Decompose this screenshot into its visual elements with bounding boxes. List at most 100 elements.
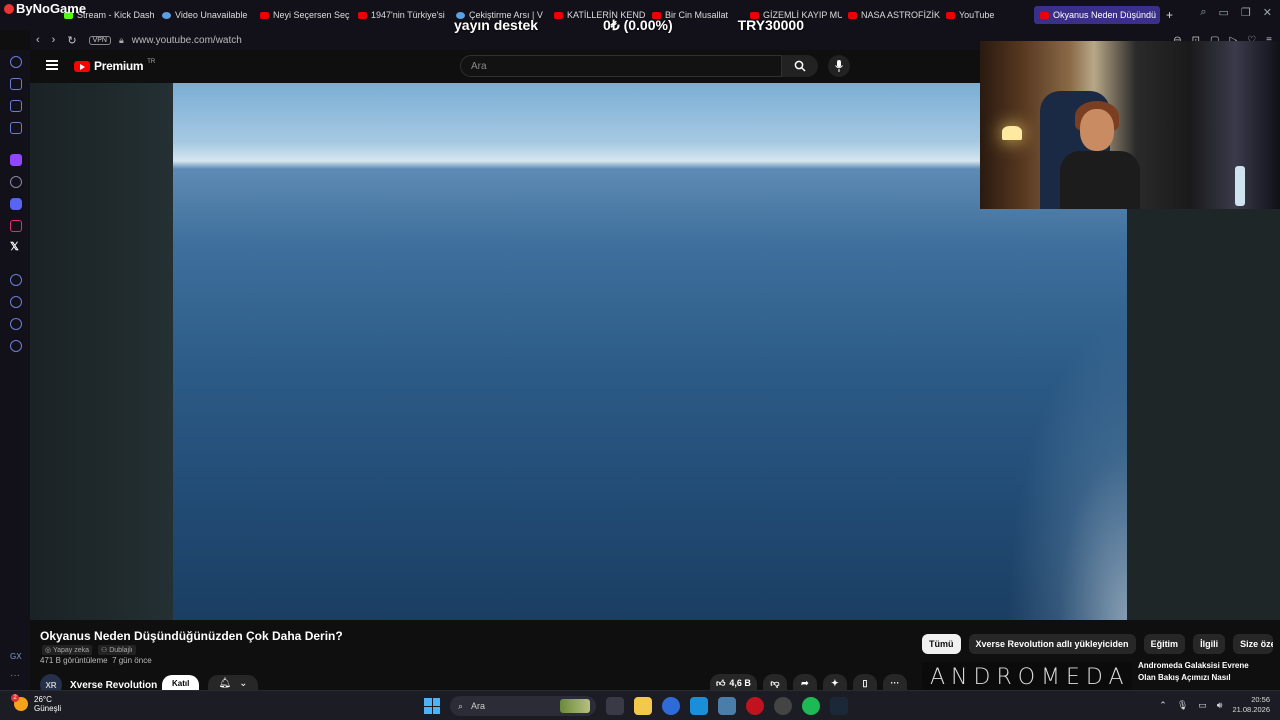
forward-icon[interactable]: › <box>52 34 56 47</box>
chevron-up-icon[interactable]: ⌃ <box>1159 700 1167 711</box>
share-icon: ➦ <box>801 677 809 688</box>
tab-nasa[interactable]: NASA ASTROFİZİK <box>842 6 940 24</box>
task-view-icon[interactable] <box>606 697 624 715</box>
windows-start-icon[interactable] <box>424 698 440 714</box>
clock[interactable]: 20:56 21.08.2026 <box>1232 695 1270 715</box>
lock-icon[interactable]: 🔒︎ <box>119 35 124 46</box>
streamer-head <box>1080 109 1114 151</box>
search-button[interactable] <box>782 55 818 77</box>
chip-from-uploader[interactable]: Xverse Revolution adlı yükleyiciden <box>968 634 1136 654</box>
chip-for-you[interactable]: Size özel <box>1233 634 1274 654</box>
bookmark-save-icon: ▯ <box>862 677 868 688</box>
settings-icon[interactable] <box>10 340 22 352</box>
tab-youtube[interactable]: YouTube <box>940 6 1034 24</box>
more-icon[interactable]: ··· <box>10 670 20 681</box>
youtube-header: Premium TR Ara <box>30 50 980 83</box>
tab-1947[interactable]: 1947'nin Türkiye'si <box>352 6 450 24</box>
x-icon[interactable]: 𝕏 <box>10 240 22 253</box>
new-tab-button[interactable]: + <box>1160 6 1178 24</box>
taskbar-search[interactable]: ⌕ Ara <box>450 696 596 716</box>
spotify-icon[interactable] <box>802 697 820 715</box>
thumbs-down-icon: 👎︎ <box>770 677 780 688</box>
search-input[interactable]: Ara <box>460 55 782 77</box>
video-meta: 471 B görüntüleme 7 gün önce <box>40 656 152 665</box>
logo-text: Premium <box>94 59 144 73</box>
history-icon[interactable] <box>10 296 22 308</box>
percent-icon[interactable] <box>10 176 22 188</box>
youtube-play-icon <box>74 60 90 72</box>
refresh-ai-icon[interactable] <box>10 56 22 68</box>
notification-badge: 2 <box>11 694 19 702</box>
network-icon[interactable]: ▭ <box>1198 700 1207 711</box>
chip-related[interactable]: İlgili <box>1193 634 1226 654</box>
streamer-body <box>1060 151 1140 209</box>
chat-icon[interactable] <box>10 318 22 330</box>
close-icon[interactable]: ✕ <box>1263 6 1272 19</box>
youtube-logo[interactable]: Premium TR <box>74 59 155 73</box>
tab-neyi-secersen[interactable]: Neyi Seçersen Seç <box>254 6 352 24</box>
video-title: Okyanus Neden Düşündüğünüzden Çok Daha D… <box>40 629 343 643</box>
dubbed-tag[interactable]: ⚇ Dublajlı <box>98 645 136 655</box>
water-bottle <box>1235 166 1245 206</box>
hamburger-menu-icon[interactable] <box>46 60 58 70</box>
ai-tag[interactable]: ◎ Yapay zeka <box>42 645 92 655</box>
file-explorer-icon[interactable] <box>634 697 652 715</box>
image-app-icon[interactable] <box>718 697 736 715</box>
taskbar-search-label: Ara <box>471 701 486 711</box>
tab-okyanus-active[interactable]: Okyanus Neden Düşündü <box>1034 6 1160 24</box>
like-count: 4,6 B <box>729 678 751 688</box>
sun-icon: 2 <box>11 694 28 711</box>
windows-taskbar: 2 26°C Güneşli ⌕ Ara ⌃ 🎙︎ ▭ 🔊︎ 20:56 21.… <box>0 690 1280 720</box>
recommended-title[interactable]: Andromeda Galaksisi Evrene Olan Bakış Aç… <box>1138 660 1258 690</box>
gx-icon[interactable]: GX <box>10 652 22 661</box>
browser-brand: ByNoGame <box>4 1 86 16</box>
minimize-icon[interactable]: ▭ <box>1219 6 1229 19</box>
channel-name[interactable]: Xverse Revolution <box>70 680 157 691</box>
shop-icon[interactable] <box>10 78 22 90</box>
volume-icon[interactable]: 🔊︎ <box>1217 700 1223 711</box>
more-horizontal-icon: ··· <box>890 678 900 688</box>
tab-label: Video Unavailable <box>175 10 248 20</box>
discord-icon[interactable] <box>10 198 22 210</box>
thumbs-up-icon: 👍︎ <box>716 677 726 688</box>
gallery-icon[interactable] <box>10 100 22 112</box>
youtube-icon <box>1040 11 1049 19</box>
view-count: 471 B görüntüleme <box>40 656 108 665</box>
mail-icon[interactable] <box>690 697 708 715</box>
chevron-down-icon: ⌄ <box>239 677 248 689</box>
chip-education[interactable]: Eğitim <box>1143 634 1186 654</box>
taskbar-apps: ⌕ Ara <box>424 696 848 716</box>
steam-icon[interactable] <box>830 697 848 715</box>
obs-icon[interactable] <box>774 697 792 715</box>
overlay-goal: TRY30000 <box>737 17 804 33</box>
search-icon: ⌕ <box>458 700 464 711</box>
mic-tray-icon[interactable]: 🎙︎ <box>1177 700 1188 711</box>
subscribe-bell-button[interactable]: 🔔︎ ⌄ <box>208 675 258 691</box>
restore-icon[interactable]: ❐ <box>1241 6 1251 19</box>
search-tabs-icon[interactable]: ⌕ <box>1200 6 1206 19</box>
related-chips: Tümü Xverse Revolution adlı yükleyiciden… <box>922 634 1280 654</box>
window-controls: ⌕ ▭ ❐ ✕ <box>1200 6 1272 19</box>
voice-search-button[interactable] <box>828 55 850 77</box>
url-field[interactable]: www.youtube.com/watch <box>132 35 242 46</box>
player-circle-icon[interactable] <box>10 274 22 286</box>
ambient-left <box>30 83 173 620</box>
instagram-icon[interactable] <box>10 220 22 232</box>
youtube-icon <box>260 11 269 19</box>
tab-video-unavailable[interactable]: Video Unavailable <box>156 6 254 24</box>
weather-widget[interactable]: 2 26°C Güneşli <box>11 694 61 713</box>
video-tags: ◎ Yapay zeka ⚇ Dublajlı <box>42 645 136 655</box>
tab-label: NASA ASTROFİZİK <box>861 10 940 20</box>
reload-icon[interactable]: ↻ <box>67 34 76 47</box>
app-icon[interactable] <box>662 697 680 715</box>
region-code: TR <box>147 59 156 65</box>
recommended-thumbnail[interactable]: ANDROMEDA <box>922 662 1132 690</box>
messenger-icon[interactable] <box>10 122 22 134</box>
weather-temp: 26°C <box>34 695 52 704</box>
back-icon[interactable]: ‹ <box>36 34 40 47</box>
chip-all[interactable]: Tümü <box>922 634 961 654</box>
system-tray: ⌃ 🎙︎ ▭ 🔊︎ 20:56 21.08.2026 <box>1159 695 1270 715</box>
vpn-badge[interactable]: VPN <box>88 35 111 45</box>
twitch-icon[interactable] <box>10 154 22 166</box>
opera-gx-icon[interactable] <box>746 697 764 715</box>
